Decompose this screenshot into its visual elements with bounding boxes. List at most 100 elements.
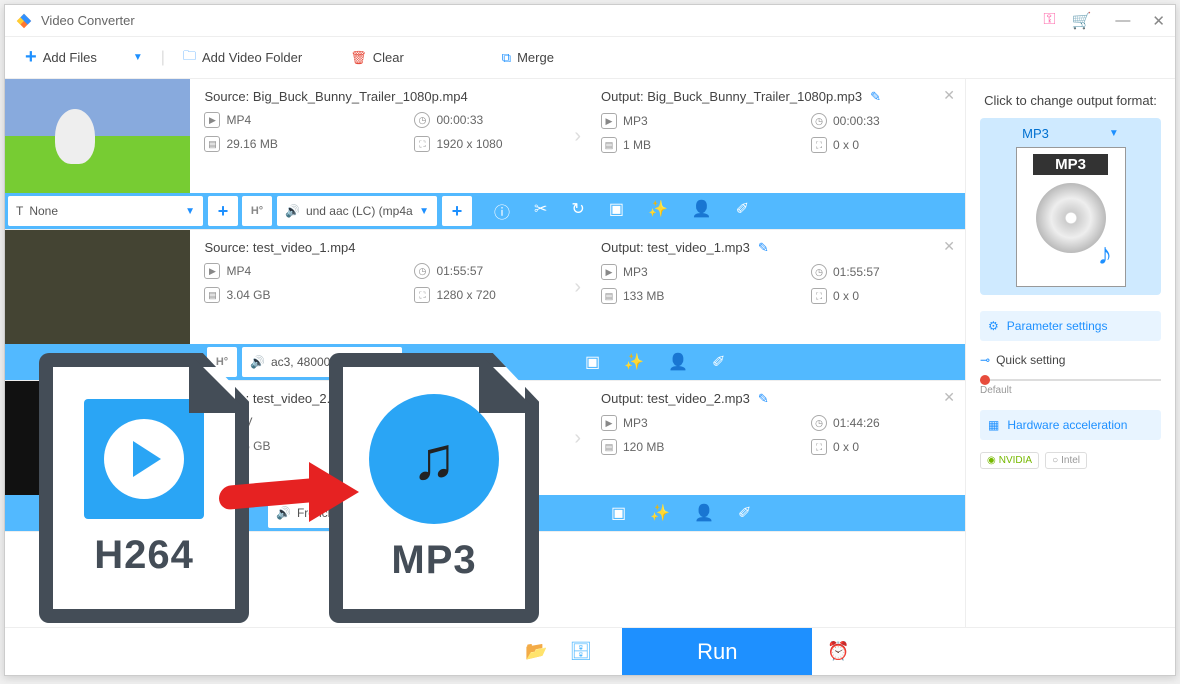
remove-item-button[interactable]: ✕ [943, 389, 955, 406]
resolution-icon: ⛶ [414, 438, 430, 454]
edit-icon[interactable]: ✎ [758, 240, 769, 255]
folder-icon: 🗀 [183, 47, 196, 69]
minimize-button[interactable]: — [1115, 12, 1130, 30]
src-format: MP4 [226, 113, 251, 127]
clock-icon: ◷ [414, 263, 430, 279]
settings-icon: ⚙ [988, 319, 999, 333]
output-filename: Big_Buck_Bunny_Trailer_1080p.mp3 [647, 89, 862, 104]
src-size: 5.06 GB [226, 439, 270, 453]
chevron-down-icon: ▼ [419, 206, 429, 217]
parameter-settings-button[interactable]: ⚙ Parameter settings [980, 311, 1161, 341]
output-label: Output: [601, 391, 644, 406]
source-label: Source: [204, 391, 249, 406]
source-label: Source: [204, 240, 249, 255]
subtitle-value: None [29, 204, 179, 218]
audio-value: French ac3, 48000 [297, 506, 420, 520]
merge-button[interactable]: ⧉ Merge [502, 50, 554, 66]
footer-tools: 📂 🗄 [5, 628, 622, 675]
format-thumbnail: MP3 ♪ [1016, 147, 1126, 287]
out-format: MP3 [623, 416, 648, 430]
intel-icon: ○ [1052, 455, 1058, 466]
app-window: Video Converter ⚿ 🛒 — ✕ + Add Files ▼ | … [4, 4, 1176, 676]
output-label: Output: [601, 89, 644, 104]
hd-button[interactable]: H° [242, 196, 272, 226]
output-format-card[interactable]: MP3▼ MP3 ♪ [980, 118, 1161, 295]
effects-icon[interactable]: ✨ [650, 503, 670, 523]
info-icon[interactable]: ⓘ [494, 199, 510, 223]
audio-select[interactable]: 🔊und aac (LC) (mp4a▼ [277, 196, 437, 226]
watermark-icon[interactable]: 👤 [668, 352, 688, 372]
archive-icon[interactable]: 🗄 [569, 641, 592, 662]
alarm-button[interactable]: ⏰ [812, 628, 864, 675]
clear-button[interactable]: 🗑 Clear [350, 50, 404, 66]
arrow-icon: › [568, 230, 587, 344]
effects-icon[interactable]: ✨ [624, 352, 644, 372]
run-button[interactable]: Run [622, 628, 812, 675]
key-icon[interactable]: ⚿ [1043, 11, 1055, 31]
audio-value: ac3, 48000 Hz, 5.1( [271, 355, 394, 369]
cut-icon[interactable]: ✂ [534, 199, 547, 223]
app-title: Video Converter [41, 13, 1043, 28]
cart-icon[interactable]: 🛒 [1072, 11, 1092, 31]
intel-chip[interactable]: ○Intel [1045, 452, 1087, 469]
resolution-icon: ⛶ [811, 137, 827, 153]
edit-icon[interactable]: ✎ [870, 89, 881, 104]
out-format: MP3 [623, 265, 648, 279]
effects-icon[interactable]: ✨ [648, 199, 668, 223]
video-thumbnail[interactable] [5, 79, 190, 193]
edit-tool-icon[interactable]: ✐ [736, 199, 749, 223]
output-panel: ✕ Output: test_video_2.mp3✎ ▶MP3 ◷01:44:… [587, 381, 965, 495]
arrow-icon: › [568, 381, 587, 495]
size-icon: ▤ [204, 438, 220, 454]
list-item: Source: test_video_2.mkv ▶MKV ◷01:44:26 … [5, 381, 965, 532]
crop-icon[interactable]: ▣ [611, 503, 626, 523]
watermark-icon[interactable]: 👤 [694, 503, 714, 523]
add-subtitle-button[interactable]: + [208, 196, 238, 226]
merge-label: Merge [517, 50, 554, 65]
sidebar-header: Click to change output format: [980, 93, 1161, 108]
remove-item-button[interactable]: ✕ [943, 238, 955, 255]
add-folder-button[interactable]: 🗀 Add Video Folder [183, 47, 302, 69]
output-filename: test_video_1.mp3 [647, 240, 750, 255]
sidebar: Click to change output format: MP3▼ MP3 … [965, 79, 1175, 675]
item-toolbar: 🔊French ac3, 48000 ▣ ✨ 👤 ✐ [5, 495, 965, 531]
size-icon: ▤ [601, 137, 617, 153]
audio-select[interactable]: 🔊 ac3, 48000 Hz, 5.1( [242, 347, 402, 377]
quality-slider[interactable] [980, 379, 1161, 381]
folder-open-icon[interactable]: 📂 [525, 641, 547, 662]
out-duration: 01:44:26 [833, 416, 880, 430]
chevron-down-icon: ▼ [1109, 128, 1119, 139]
crop-icon[interactable]: ▣ [585, 352, 600, 372]
edit-tool-icon[interactable]: ✐ [738, 503, 751, 523]
crop-icon[interactable]: ▣ [609, 199, 624, 223]
format-icon: ▶ [601, 264, 617, 280]
hardware-accel-button[interactable]: ▦ Hardware acceleration [980, 410, 1161, 440]
add-files-button[interactable]: + Add Files ▼ [25, 46, 143, 69]
watermark-icon[interactable]: 👤 [692, 199, 712, 223]
rotate-icon[interactable]: ↻ [571, 199, 584, 223]
src-resolution: 1920 x 720 [436, 439, 495, 453]
edit-icon[interactable]: ✎ [758, 391, 769, 406]
nvidia-chip[interactable]: ◉NVIDIA [980, 452, 1039, 469]
resolution-icon: ⛶ [414, 136, 430, 152]
resolution-icon: ⛶ [811, 288, 827, 304]
title-actions: ⚿ 🛒 [1043, 11, 1091, 31]
edit-tool-icon[interactable]: ✐ [712, 352, 725, 372]
size-icon: ▤ [601, 439, 617, 455]
hw-label: Hardware acceleration [1007, 418, 1127, 432]
nvidia-icon: ◉ [987, 455, 996, 466]
speaker-icon: 🔊 [250, 355, 265, 369]
audio-value: und aac (LC) (mp4a [306, 204, 413, 218]
src-size: 3.04 GB [226, 288, 270, 302]
remove-item-button[interactable]: ✕ [943, 87, 955, 104]
subtitle-select[interactable]: TNone▼ [8, 196, 203, 226]
size-icon: ▤ [204, 136, 220, 152]
video-thumbnail[interactable] [5, 230, 190, 344]
close-button[interactable]: ✕ [1152, 12, 1165, 30]
trash-icon: 🗑 [350, 50, 367, 66]
audio-select[interactable]: 🔊French ac3, 48000 [268, 498, 428, 528]
list-item: Source: Big_Buck_Bunny_Trailer_1080p.mp4… [5, 79, 965, 230]
hd-button[interactable]: H° [207, 347, 237, 377]
add-audio-button[interactable]: + [442, 196, 472, 226]
video-thumbnail[interactable] [5, 381, 190, 495]
